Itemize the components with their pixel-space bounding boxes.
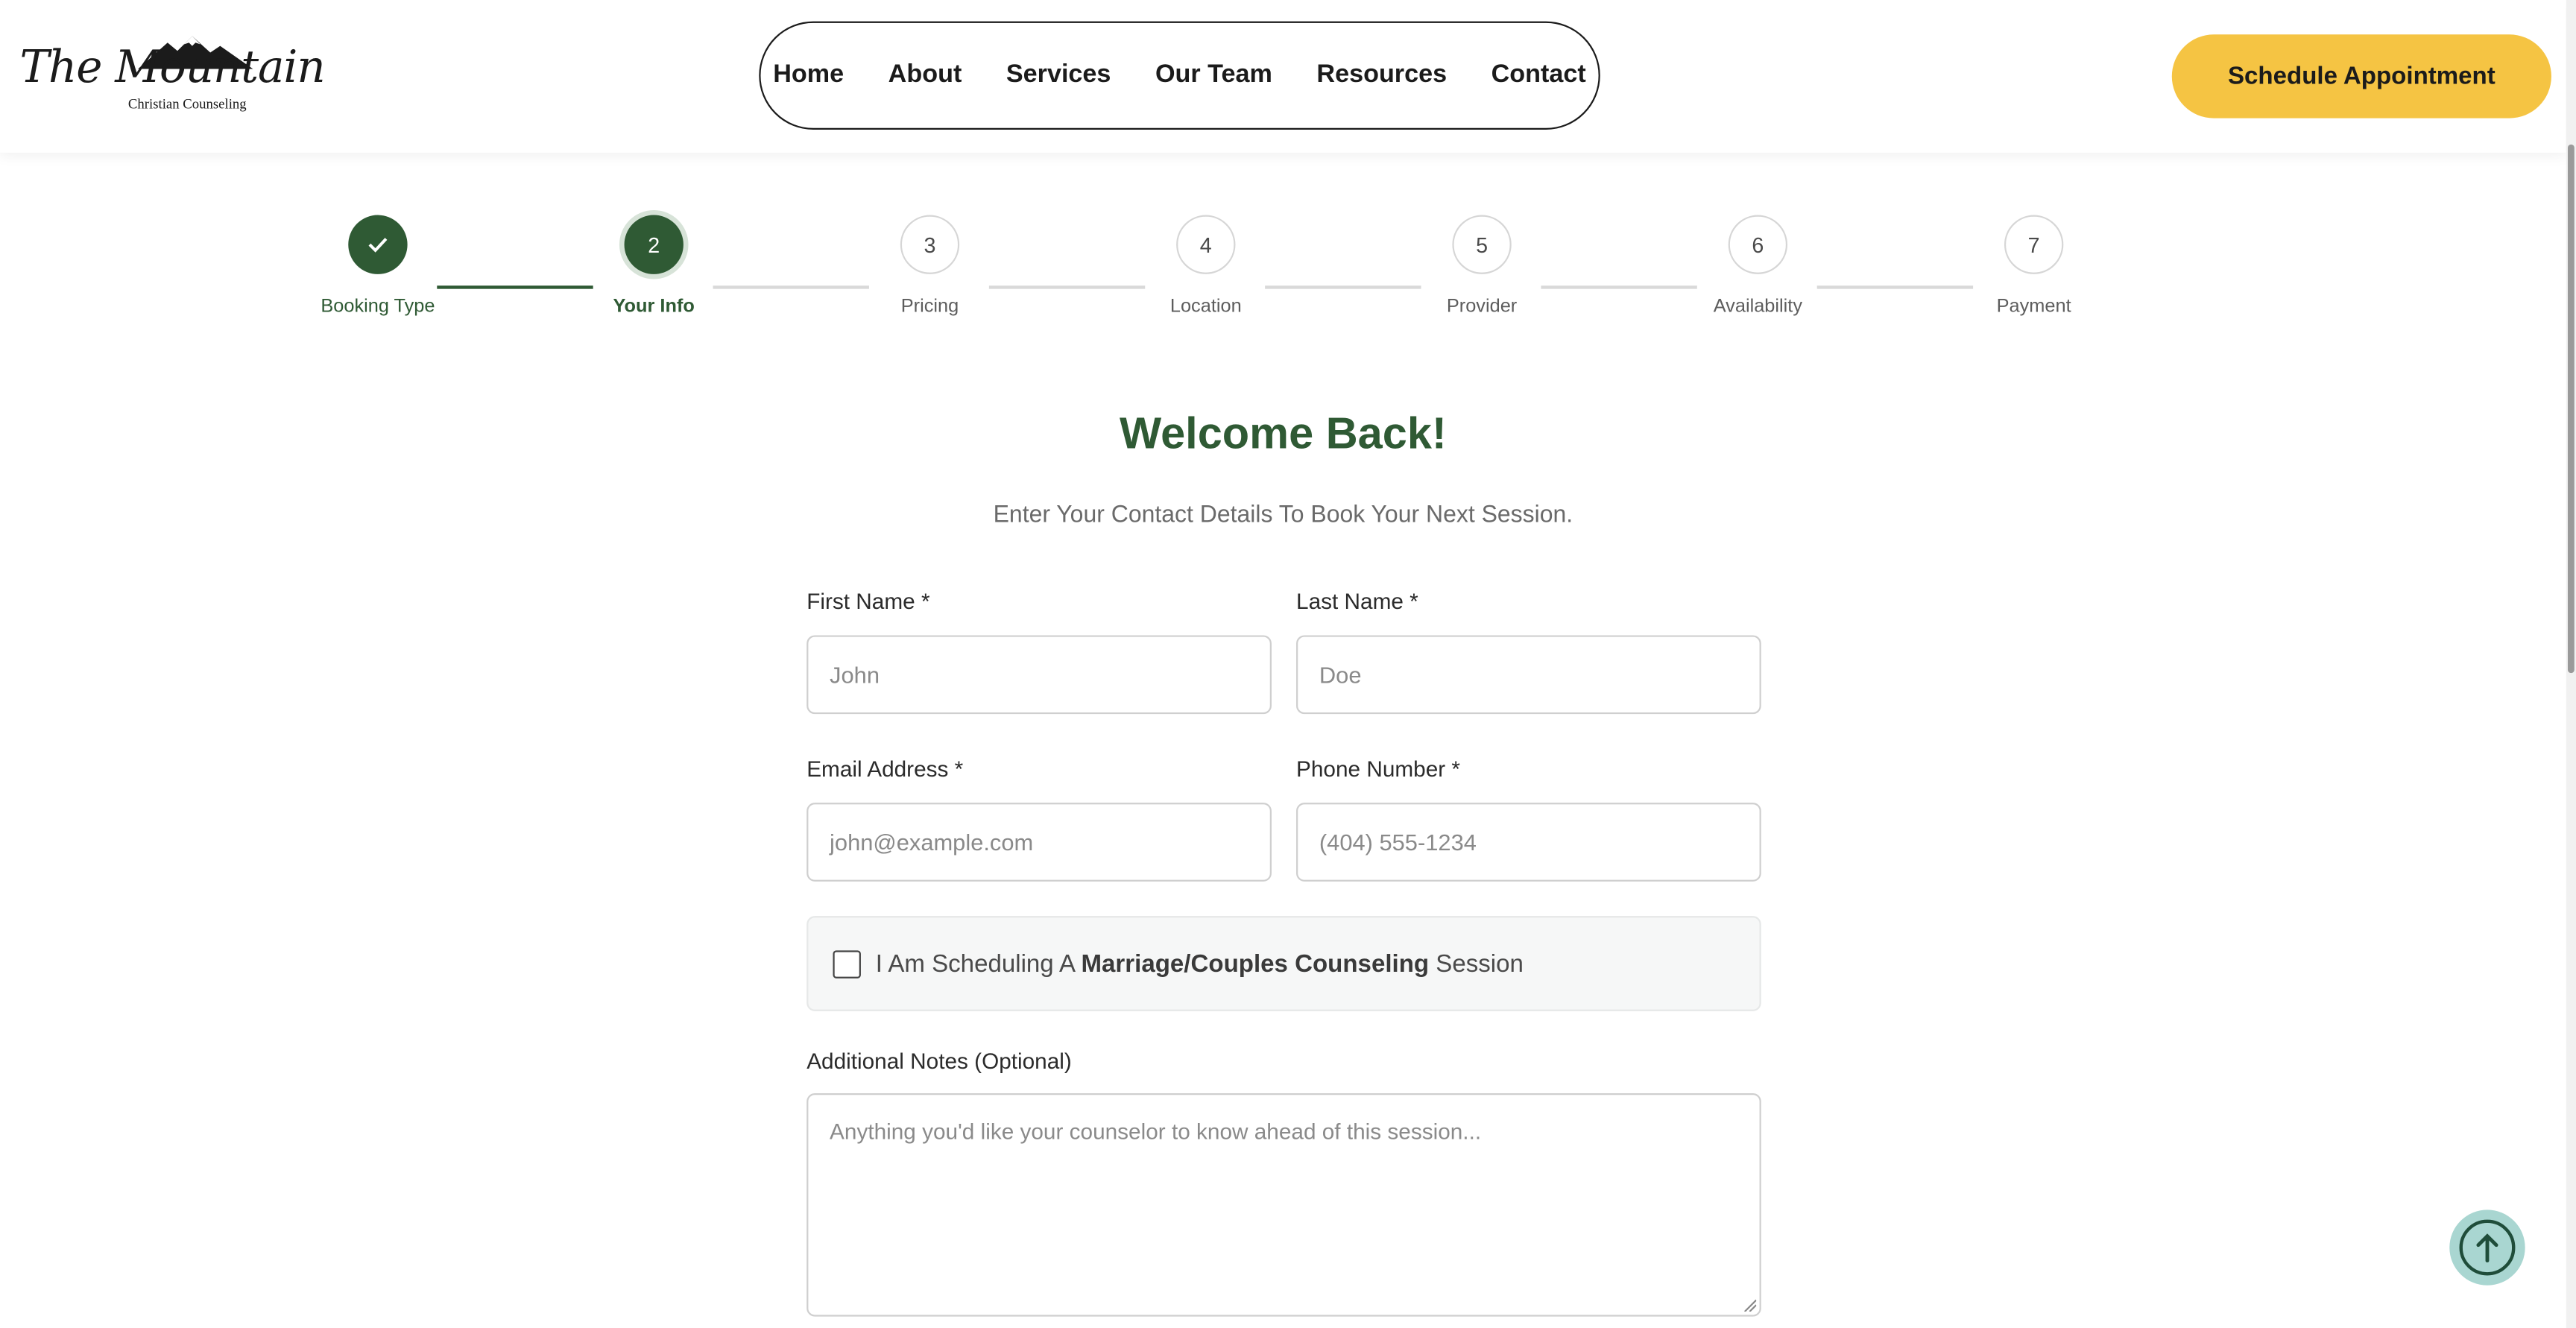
nav-services[interactable]: Services (1006, 61, 1111, 91)
page: The Mountain Christian Counseling Home A… (0, 0, 2576, 1328)
step-7-circle: 7 (2004, 215, 2064, 274)
step-4-circle: 4 (1176, 215, 1236, 274)
resize-grip-icon[interactable] (1743, 1298, 1757, 1312)
nav-contact[interactable]: Contact (1491, 61, 1586, 91)
couples-option-panel[interactable]: I Am Scheduling A Marriage/Couples Couns… (806, 916, 1761, 1011)
step-2-label: Your Info (613, 297, 695, 317)
step-3-label: Pricing (900, 297, 959, 317)
step-3-circle: 3 (900, 215, 960, 274)
schedule-appointment-button[interactable]: Schedule Appointment (2171, 34, 2551, 118)
step-6-circle: 6 (1728, 215, 1788, 274)
step-connector-6 (1816, 285, 1974, 289)
phone-label: Phone Number * (1296, 756, 1461, 782)
last-name-label: Last Name * (1296, 589, 1418, 614)
check-icon (368, 238, 388, 253)
nav-home[interactable]: Home (773, 61, 844, 91)
step-2-circle[interactable]: 2 (624, 215, 684, 274)
step-7-label: Payment (1996, 297, 2071, 317)
first-name-label: First Name * (806, 589, 930, 614)
nav-resources[interactable]: Resources (1316, 61, 1447, 91)
last-name-input[interactable]: Doe (1296, 635, 1761, 715)
couples-label-suffix: Session (1429, 949, 1524, 978)
step-connector-3 (988, 285, 1146, 289)
step-connector-1 (437, 285, 593, 289)
notes-textarea[interactable]: Anything you'd like your counselor to kn… (806, 1093, 1761, 1317)
logo-subtitle: Christian Counseling (127, 95, 247, 112)
scrollbar-thumb[interactable] (2567, 144, 2575, 674)
email-label: Email Address * (806, 756, 964, 782)
phone-input[interactable]: (404) 555-1234 (1296, 803, 1761, 882)
page-scrollbar[interactable] (2566, 0, 2576, 1328)
first-name-input[interactable]: John (806, 635, 1272, 715)
arrow-up-icon (2476, 1233, 2498, 1262)
page-subtitle: Enter Your Contact Details To Book Your … (993, 502, 1573, 529)
site-header: The Mountain Christian Counseling Home A… (0, 0, 2566, 153)
email-input[interactable]: john@example.com (806, 803, 1272, 882)
couples-label-bold: Marriage/Couples Counseling (1081, 949, 1430, 978)
page-title: Welcome Back! (1119, 408, 1447, 458)
step-6-label: Availability (1713, 297, 1803, 317)
step-4-label: Location (1169, 297, 1242, 317)
logo-wordmark: The Mountain (19, 42, 325, 94)
nav-our-team[interactable]: Our Team (1155, 61, 1272, 91)
site-logo[interactable]: The Mountain Christian Counseling (19, 33, 326, 118)
step-1-circle[interactable] (348, 215, 408, 274)
main-nav: Home About Services Our Team Resources C… (759, 21, 1600, 130)
back-to-top-ring (2459, 1219, 2516, 1276)
nav-about[interactable]: About (888, 61, 962, 91)
step-5-circle: 5 (1452, 215, 1512, 274)
step-1-label: Booking Type (321, 297, 435, 317)
notes-label: Additional Notes (Optional) (806, 1049, 1072, 1074)
step-connector-2 (713, 285, 869, 289)
back-to-top-button[interactable] (2449, 1210, 2525, 1286)
couples-checkbox[interactable] (833, 949, 861, 978)
couples-label-prefix: I Am Scheduling A (875, 949, 1082, 978)
step-connector-5 (1541, 285, 1697, 289)
notes-placeholder: Anything you'd like your counselor to kn… (830, 1119, 1482, 1145)
step-5-label: Provider (1446, 297, 1518, 317)
couples-option-label: I Am Scheduling A Marriage/Couples Couns… (876, 949, 1524, 977)
step-connector-4 (1265, 285, 1421, 289)
